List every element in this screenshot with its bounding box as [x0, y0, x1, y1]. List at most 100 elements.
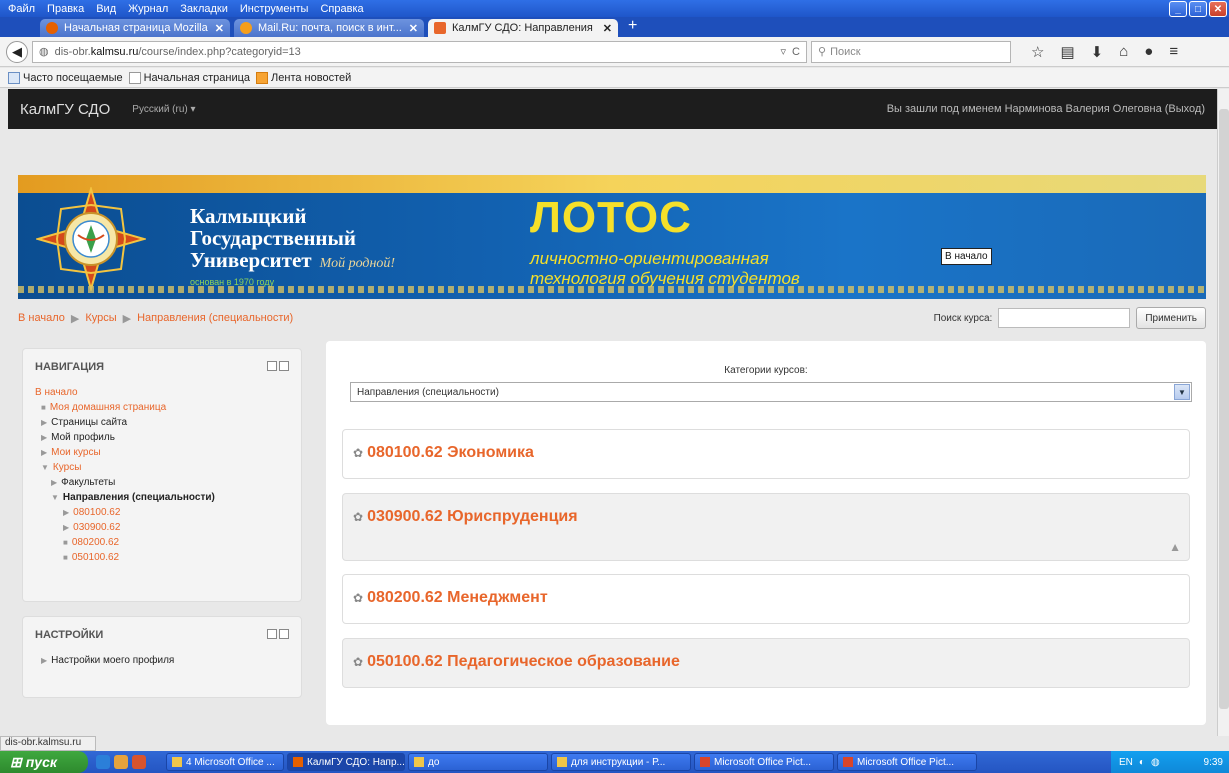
taskbar-buttons: 4 Microsoft Office ... КалмГУ СДО: Напр.…	[166, 753, 977, 771]
expand-icon: ▶	[41, 418, 48, 427]
menu-file[interactable]: Файл	[8, 3, 35, 15]
nav-sub-080200[interactable]: ■ 080200.62	[35, 535, 289, 550]
category-item[interactable]: ✿ 080100.62 Экономика	[342, 429, 1190, 479]
breadcrumb-home[interactable]: В начало	[18, 312, 65, 325]
nav-my-courses[interactable]: ▶ Мои курсы	[35, 445, 289, 460]
category-select[interactable]: Направления (специальности) ▼	[350, 382, 1192, 402]
menu-view[interactable]: Вид	[96, 3, 116, 15]
globe-icon: ◍	[39, 46, 49, 58]
picture-manager-icon	[700, 757, 710, 767]
bookmark-start-page[interactable]: Начальная страница	[128, 71, 250, 84]
collapse-icon[interactable]	[267, 361, 277, 371]
categories-label: Категории курсов:	[724, 365, 808, 376]
nav-sub-030900[interactable]: ▶ 030900.62	[35, 520, 289, 535]
opera-icon[interactable]	[114, 755, 128, 769]
bookmark-star-icon[interactable]: ☆	[1031, 43, 1044, 61]
folder-icon	[414, 757, 424, 767]
search-input[interactable]: ⚲ Поиск	[811, 40, 1011, 63]
category-item[interactable]: ✿ 030900.62 Юриспруденция ▲	[342, 493, 1190, 561]
login-info[interactable]: Вы зашли под именем Нарминова Валерия Ол…	[887, 103, 1205, 115]
close-tab-icon[interactable]: ✕	[215, 22, 224, 35]
language-menu[interactable]: Русский (ru) ▾	[132, 104, 195, 115]
download-icon[interactable]: ⬇	[1091, 43, 1104, 61]
site-brand[interactable]: КалмГУ СДО	[20, 101, 110, 118]
nav-faculties[interactable]: ▶ Факультеты	[35, 475, 289, 490]
apply-button[interactable]: Применить	[1136, 307, 1206, 329]
home-icon[interactable]: ⌂	[1119, 43, 1128, 61]
nav-sub-050100[interactable]: ■ 050100.62	[35, 550, 289, 565]
maximize-button[interactable]: □	[1189, 1, 1207, 17]
desktop-icon[interactable]	[96, 755, 110, 769]
bookmark-most-visited[interactable]: Часто посещаемые	[8, 71, 123, 84]
close-tab-icon[interactable]: ✕	[409, 22, 418, 35]
taskbar-button[interactable]: 4 Microsoft Office ...	[166, 753, 284, 771]
nav-my-profile[interactable]: ▶ Мой профиль	[35, 430, 289, 445]
category-link[interactable]: 030900.62 Юриспруденция	[367, 508, 578, 526]
category-item[interactable]: ✿ 050100.62 Педагогическое образование	[342, 638, 1190, 688]
tab-kalmgu[interactable]: КалмГУ СДО: Направления ... ✕	[428, 19, 618, 37]
vertical-scrollbar[interactable]	[1217, 89, 1229, 736]
dock-icon[interactable]	[279, 629, 289, 639]
site-header-banner[interactable]: Калмыцкий Государственный Университет Мой…	[18, 175, 1206, 299]
scrollbar-thumb[interactable]	[1219, 109, 1229, 709]
breadcrumb-directions[interactable]: Направления (специальности)	[137, 312, 293, 325]
ornament-strip	[18, 286, 1206, 293]
settings-block: НАСТРОЙКИ ▶ Настройки моего профиля	[22, 616, 302, 698]
menu-bookmarks[interactable]: Закладки	[180, 3, 228, 15]
course-search: Поиск курса: Применить	[934, 307, 1206, 329]
taskbar-button[interactable]: КалмГУ СДО: Напр...	[287, 753, 405, 771]
category-link[interactable]: 080200.62 Менеджмент	[367, 589, 548, 607]
category-link[interactable]: 080100.62 Экономика	[367, 444, 534, 462]
taskbar-button[interactable]: Microsoft Office Pict...	[694, 753, 834, 771]
reload-icon[interactable]: C	[792, 46, 800, 58]
menu-bar: Файл Правка Вид Журнал Закладки Инструме…	[0, 0, 1229, 17]
volume-icon[interactable]: ◍	[1151, 757, 1160, 768]
breadcrumb-bar: В начало ▶ Курсы ▶ Направления (специаль…	[18, 301, 1206, 335]
paint-icon	[557, 757, 567, 767]
tab-mozilla[interactable]: Начальная страница Mozilla ... ✕	[40, 19, 230, 37]
network-icon[interactable]: ◐	[1139, 757, 1145, 768]
back-button[interactable]: ◀	[6, 40, 28, 63]
tab-mailru[interactable]: Mail.Ru: почта, поиск в инт... ✕	[234, 19, 424, 37]
dock-icon[interactable]	[279, 361, 289, 371]
reading-list-icon[interactable]: ▤	[1060, 43, 1074, 61]
url-bar[interactable]: ◍ dis-obr.kalmsu.ru/course/index.php?cat…	[32, 40, 807, 63]
nav-sub-080100[interactable]: ▶ 080100.62	[35, 505, 289, 520]
page-viewport: КалмГУ СДО Русский (ru) ▾ Вы зашли под и…	[0, 89, 1217, 736]
nav-home[interactable]: В начало	[35, 385, 289, 400]
category-link[interactable]: 050100.62 Педагогическое образование	[367, 653, 680, 671]
menu-history[interactable]: Журнал	[128, 3, 168, 15]
language-indicator[interactable]: EN	[1119, 757, 1133, 768]
nav-my-home[interactable]: ■ Моя домашняя страница	[35, 400, 289, 415]
breadcrumb-courses[interactable]: Курсы	[85, 312, 116, 325]
taskbar-button[interactable]: для инструкции - Р...	[551, 753, 691, 771]
nav-courses[interactable]: ▼ Курсы	[35, 460, 289, 475]
taskbar-button[interactable]: до	[408, 753, 548, 771]
close-window-button[interactable]: ✕	[1209, 1, 1227, 17]
moodle-icon	[434, 22, 446, 34]
chat-icon[interactable]: ●	[1144, 43, 1153, 61]
nav-profile-settings[interactable]: ▶ Настройки моего профиля	[35, 653, 289, 668]
menu-tools[interactable]: Инструменты	[240, 3, 309, 15]
menu-edit[interactable]: Правка	[47, 3, 84, 15]
firefox-icon[interactable]	[132, 755, 146, 769]
taskbar-button[interactable]: Microsoft Office Pict...	[837, 753, 977, 771]
collapse-icon[interactable]	[267, 629, 277, 639]
breadcrumb-separator-icon: ▶	[70, 312, 80, 325]
close-tab-icon[interactable]: ✕	[603, 22, 612, 35]
minimize-button[interactable]: _	[1169, 1, 1187, 17]
nav-directions[interactable]: ▼ Направления (специальности)	[35, 490, 289, 505]
search-icon: ⚲	[818, 46, 827, 58]
new-tab-button[interactable]: +	[628, 17, 637, 35]
menu-help[interactable]: Справка	[320, 3, 363, 15]
nav-site-pages[interactable]: ▶ Страницы сайта	[35, 415, 289, 430]
firefox-icon	[46, 22, 58, 34]
bookmark-news-feed[interactable]: Лента новостей	[256, 71, 351, 84]
start-button[interactable]: ⊞ пуск	[0, 751, 88, 773]
tab-label: Mail.Ru: почта, поиск в инт...	[258, 22, 402, 34]
category-item[interactable]: ✿ 080200.62 Менеджмент	[342, 574, 1190, 624]
course-search-input[interactable]	[998, 308, 1131, 328]
url-text: dis-obr.kalmsu.ru/course/index.php?categ…	[54, 45, 301, 58]
dropdown-icon[interactable]: ▿	[781, 45, 787, 58]
menu-icon[interactable]: ≡	[1169, 43, 1178, 61]
